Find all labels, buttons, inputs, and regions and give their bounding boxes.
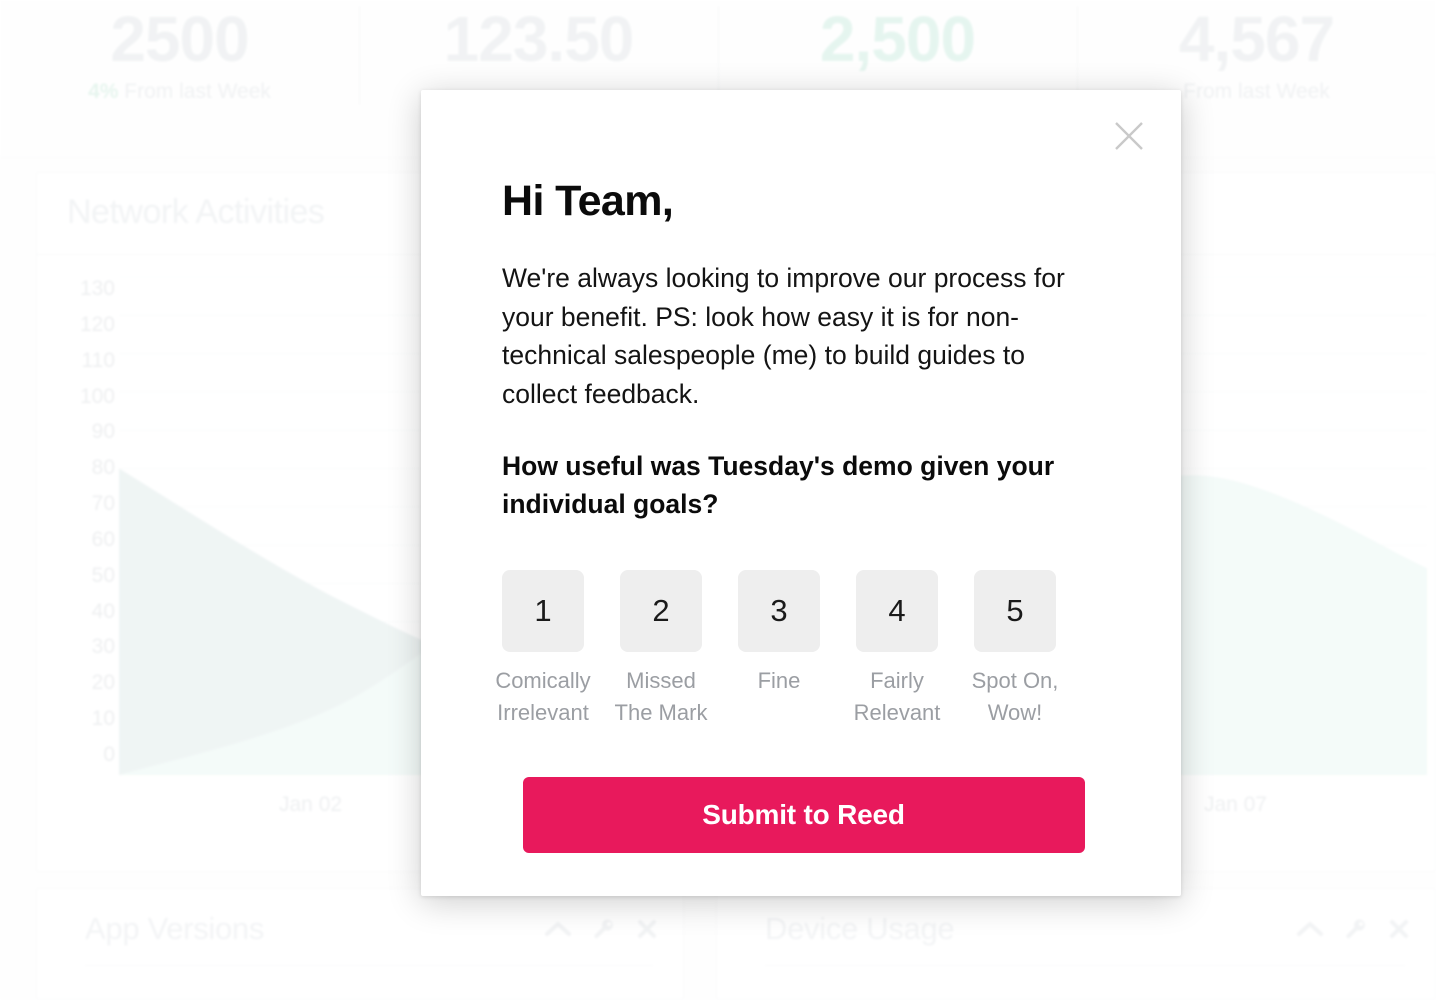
rating-option: 4 Fairly Relevant [854,569,940,729]
modal-body: Hi Team, We're always looking to improve… [421,90,1181,853]
rating-tile-3[interactable]: 3 [738,569,820,652]
close-icon-glyph [1115,122,1143,150]
submit-button[interactable]: Submit to Reed [522,776,1085,853]
rating-label-5: Spot On, Wow! [971,667,1059,725]
rating-tile-2[interactable]: 2 [620,569,702,652]
rating-option: 1 Comically Irrelevant [495,569,591,729]
rating-tile-1[interactable]: 1 [502,569,584,652]
rating-option: 3 Fine [738,569,820,729]
close-icon[interactable] [1107,114,1151,158]
rating-scale: 1 Comically Irrelevant 2 Missed The Mark… [495,569,1105,729]
rating-tile-5[interactable]: 5 [974,569,1056,652]
modal-heading: Hi Team, [502,177,674,225]
modal-paragraph: We're always looking to improve our proc… [502,263,1065,409]
rating-label-2: Missed The Mark [614,667,708,725]
rating-label-4: Fairly Relevant [853,667,941,725]
rating-option: 2 Missed The Mark [615,569,707,729]
feedback-modal: Hi Team, We're always looking to improve… [421,90,1181,896]
rating-tile-4[interactable]: 4 [856,569,938,652]
modal-question: How useful was Tuesday's demo given your… [502,450,1055,520]
rating-label-3: Fine [757,667,801,693]
rating-option: 5 Spot On, Wow! [972,569,1058,729]
screen: 2500 4% From last Week 123.50 2,500 4,56… [0,0,1436,1000]
rating-label-1: Comically Irrelevant [495,667,591,725]
